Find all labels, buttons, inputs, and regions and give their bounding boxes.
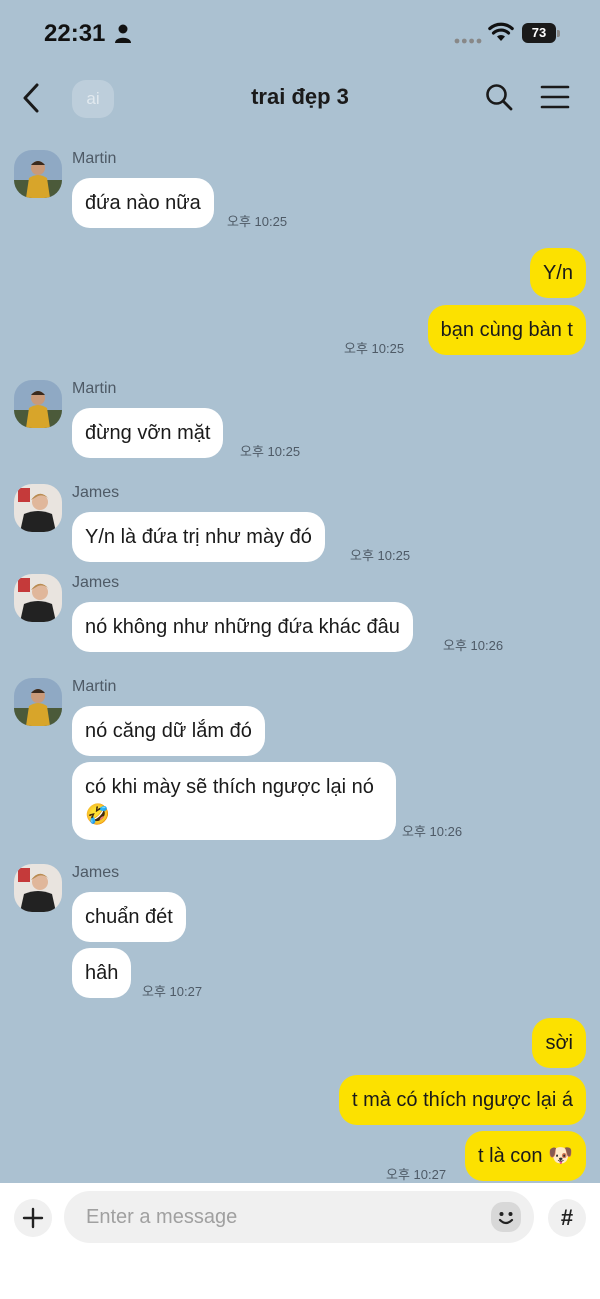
status-bar: 22:31 73	[0, 0, 600, 66]
message-bubble-outgoing[interactable]: sời	[532, 1018, 586, 1068]
message-bubble-incoming[interactable]: nó căng dữ lắm đó	[72, 706, 265, 756]
message-bubble-outgoing[interactable]: t mà có thích ngược lại á	[338, 1075, 586, 1125]
sender-name: James	[72, 484, 120, 501]
status-time: 22:31	[44, 20, 106, 47]
search-icon[interactable]	[484, 82, 514, 112]
message-timestamp: 오후 10:25	[227, 214, 288, 229]
message-bubble-incoming[interactable]: đừng vỡn mặt	[72, 408, 224, 458]
message-timestamp: 오후 10:27	[386, 1167, 447, 1182]
chat-title: trai đẹp 3	[251, 84, 349, 109]
message-timestamp: 오후 10:25	[240, 444, 301, 459]
sender-name: Martin	[72, 380, 117, 397]
sender-name: Martin	[72, 678, 117, 695]
avatar-martin[interactable]	[14, 678, 62, 726]
message-input[interactable]	[86, 1191, 476, 1243]
message-bubble-incoming[interactable]: nó không như những đứa khác đâu	[72, 602, 413, 652]
avatar-james[interactable]	[14, 484, 62, 532]
battery-cap	[557, 30, 560, 37]
signal-dots-icon	[454, 38, 482, 44]
wifi-icon	[488, 22, 514, 41]
battery-level: 73	[522, 23, 556, 43]
chat-header: ai trai đẹp 3	[0, 66, 600, 130]
message-bubble-incoming[interactable]: có khi mày sẽ thích ngược lại nó 🤣	[72, 762, 396, 840]
avatar-martin[interactable]	[14, 380, 62, 428]
header-ghost-badge: ai	[72, 80, 114, 118]
hash-button[interactable]: #	[548, 1199, 586, 1237]
person-icon	[115, 24, 131, 43]
battery-indicator: 73	[522, 23, 560, 43]
message-bubble-incoming[interactable]: chuẩn đét	[72, 892, 186, 942]
message-bubble-outgoing[interactable]: bạn cùng bàn t	[427, 305, 586, 355]
message-timestamp: 오후 10:25	[344, 341, 405, 356]
message-bubble-incoming[interactable]: Y/n là đứa trị như mày đó	[72, 512, 325, 562]
message-timestamp: 오후 10:26	[443, 638, 504, 653]
message-timestamp: 오후 10:27	[142, 984, 203, 999]
avatar-james[interactable]	[14, 864, 62, 912]
sender-name: James	[72, 574, 120, 591]
chevron-left-icon[interactable]	[18, 80, 46, 116]
message-input-bar: #	[0, 1183, 600, 1299]
emoji-icon[interactable]	[490, 1201, 522, 1233]
message-bubble-incoming[interactable]: hâh	[72, 948, 132, 998]
avatar-james[interactable]	[14, 574, 62, 622]
message-timestamp: 오후 10:25	[350, 548, 411, 563]
message-bubble-incoming[interactable]: đứa nào nữa	[72, 178, 214, 228]
avatar-martin[interactable]	[14, 150, 62, 198]
message-bubble-outgoing[interactable]: Y/n	[529, 248, 586, 298]
message-timestamp: 오후 10:26	[402, 824, 463, 839]
plus-icon[interactable]	[14, 1199, 52, 1237]
message-bubble-outgoing[interactable]: t là con 🐶	[465, 1131, 586, 1181]
sender-name: James	[72, 864, 120, 881]
message-box	[64, 1191, 534, 1243]
sender-name: Martin	[72, 150, 117, 167]
hamburger-menu-icon[interactable]	[540, 84, 570, 110]
